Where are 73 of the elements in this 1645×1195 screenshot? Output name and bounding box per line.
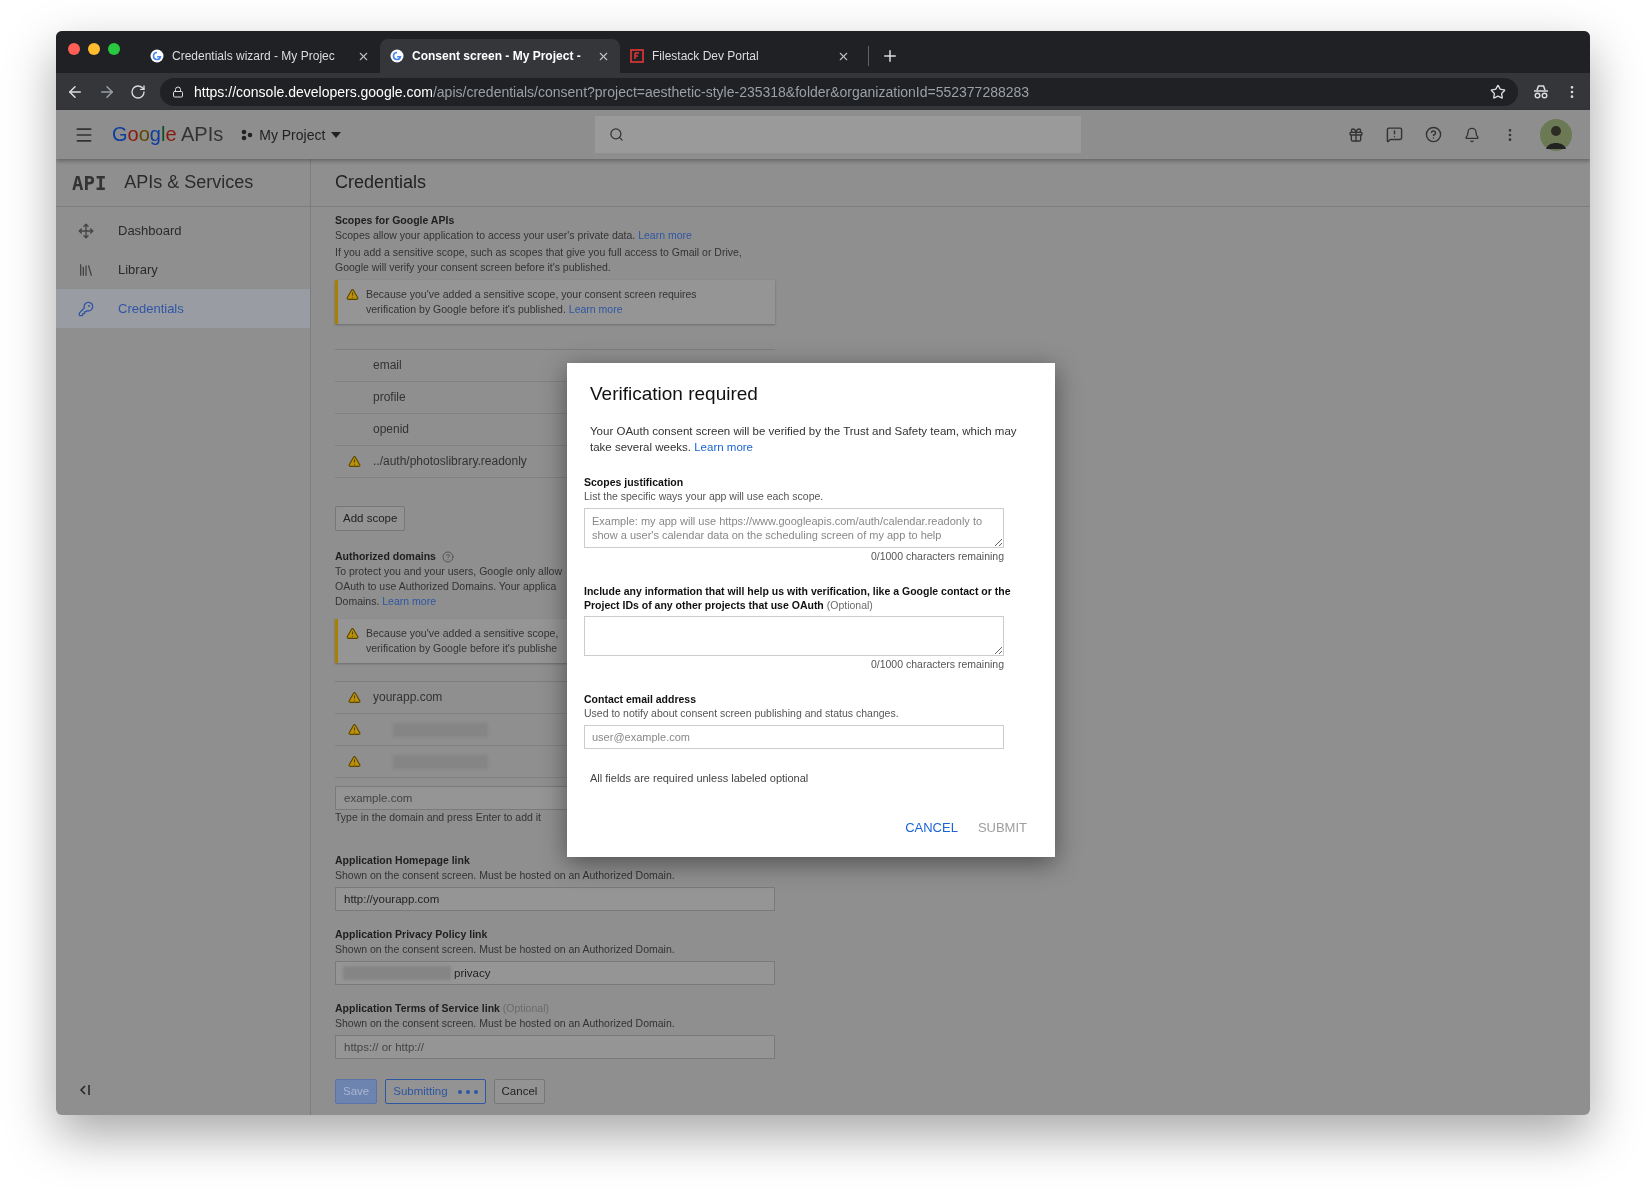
- field-hint: Used to notify about consent screen publishing and status changes.: [584, 706, 900, 721]
- browser-tab[interactable]: Consent screen - My Project -: [380, 39, 620, 73]
- field-hint: Shown on the consent screen. Must be hosted on an Authorized Domain.: [335, 1016, 676, 1031]
- scope-name: openid: [373, 422, 410, 437]
- dialog-title: Verification required: [590, 382, 759, 406]
- caret-icon: [331, 131, 342, 138]
- field-label: Application Homepage link: [335, 853, 471, 868]
- address-field[interactable]: https://console.developers.google.com/apis/credentials/consent?project=aesthetic-style-235318&folder&organizationId=552377288283: [160, 77, 1518, 106]
- bookmark-star-icon[interactable]: [1490, 83, 1506, 100]
- text-area[interactable]: Example: my app will use https://www.googleapis.com/auth/calendar.readonly to show a user's calendar data on the scheduling screen of my app to help: [584, 508, 1004, 548]
- dashboard-icon: [78, 222, 94, 239]
- field-hint: Shown on the consent screen. Must be hosted on an Authorized Domain.: [335, 868, 676, 883]
- google-favicon-icon: [150, 49, 164, 63]
- section-heading: Scopes for Google APIs: [335, 213, 456, 228]
- google-favicon-icon: [390, 49, 404, 63]
- google-apis-logo: Google APIs: [112, 123, 224, 146]
- field-label: Include any information that will help us with verification, like a Google contact or the Project IDs of any other projects that use OAuth (Optional): [584, 584, 1012, 612]
- field-label: Contact email address: [584, 692, 698, 706]
- character-counter: 0/1000 characters remaining: [869, 549, 1004, 564]
- browser-tab[interactable]: Credentials wizard - My Projec: [140, 39, 380, 73]
- form-button[interactable]: Cancel: [493, 1079, 546, 1104]
- field-hint: List the specific ways your app will use each scope.: [584, 489, 825, 504]
- scope-name: profile: [373, 390, 406, 405]
- required-fields-note: All fields are required unless labeled optional: [590, 771, 809, 786]
- minimize-window-dot[interactable]: [88, 43, 100, 55]
- email-input[interactable]: user@example.com: [584, 725, 1004, 749]
- dialog-text: Your OAuth consent screen will be verified by the Trust and Safety team, which may take several weeks. Learn more: [590, 424, 1018, 455]
- sidebar-title: APIs & Services: [124, 172, 254, 193]
- sidebar-item[interactable]: Dashboard: [56, 211, 310, 250]
- key-icon: [78, 300, 94, 317]
- notifications-icon[interactable]: [1464, 126, 1480, 143]
- collapse-sidebar-icon[interactable]: [80, 1085, 91, 1095]
- field-label: Application Privacy Policy link: [335, 927, 489, 942]
- url-input[interactable]: http://yourapp.com: [335, 887, 775, 911]
- section-description: Scopes allow your application to access your user's private data. Learn more: [335, 228, 693, 243]
- dialog-button[interactable]: CANCEL: [899, 816, 964, 839]
- domain-name: yourapp.com: [373, 690, 443, 705]
- library-icon: [78, 261, 94, 278]
- field-hint: Shown on the consent screen. Must be hosted on an Authorized Domain.: [335, 942, 676, 957]
- section-heading: Authorized domains: [335, 549, 436, 564]
- reload-icon[interactable]: [130, 83, 146, 100]
- add-scope-button[interactable]: Add scope: [335, 506, 406, 531]
- section-note: If you add a sensitive scope, such as scopes that give you full access to Gmail or Drive, Google will verify your consent screen before it's published.: [335, 245, 743, 275]
- help-icon[interactable]: [1425, 126, 1442, 143]
- url-input[interactable]: https:// or http://: [335, 1035, 775, 1059]
- incognito-icon[interactable]: [1532, 84, 1550, 99]
- new-tab-icon[interactable]: [881, 47, 899, 65]
- square-favicon-icon: [630, 49, 644, 63]
- search-field[interactable]: [595, 116, 1082, 153]
- scope-name: email: [373, 358, 402, 373]
- learn-more-link[interactable]: Learn more: [694, 441, 753, 453]
- warning-text: Because you've added a sensitive scope, your consent screen requires verification by Google before it's published. Learn more: [366, 287, 698, 317]
- browser-tab[interactable]: Filestack Dev Portal: [620, 39, 860, 73]
- warning-icon: [346, 627, 359, 640]
- character-counter: 0/1000 characters remaining: [869, 657, 1004, 672]
- project-icon: [241, 128, 254, 141]
- field-label: Scopes justification: [584, 475, 685, 489]
- zoom-window-dot[interactable]: [108, 43, 120, 55]
- lock-icon: [172, 85, 184, 98]
- close-window-dot[interactable]: [68, 43, 80, 55]
- sidebar-item[interactable]: Library: [56, 250, 310, 289]
- project-picker[interactable]: My Project: [237, 122, 346, 147]
- feedback-icon[interactable]: [1386, 126, 1403, 143]
- warning-text: Because you've added a sensitive scope, verification by Google before it's publishe: [366, 626, 560, 656]
- progress-dots-icon: [457, 1089, 478, 1094]
- search-icon: [609, 127, 625, 142]
- gift-icon[interactable]: [1348, 126, 1364, 143]
- page-title: Credentials: [335, 172, 427, 193]
- warning-icon: [346, 288, 359, 301]
- field-hint: Type in the domain and press Enter to add it: [335, 810, 543, 825]
- api-label: API: [72, 171, 107, 194]
- scope-name: ../auth/photoslibrary.readonly: [373, 454, 527, 469]
- avatar[interactable]: [1540, 118, 1572, 151]
